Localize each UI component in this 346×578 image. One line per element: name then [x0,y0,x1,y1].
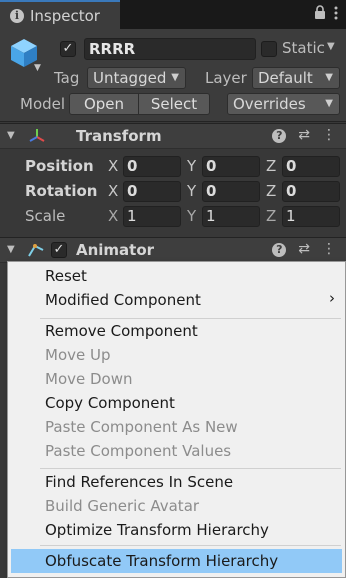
menu-item-move-down: Move Down [45,370,133,388]
component-context-menu: Reset Modified Component › Remove Compon… [7,261,346,578]
info-icon: i [10,8,24,23]
presets-icon[interactable]: ⇄ [298,127,310,143]
tag-dropdown[interactable]: Untagged ▼ [87,67,186,89]
menu-separator [40,545,341,546]
presets-icon[interactable]: ⇄ [298,241,310,257]
open-button[interactable]: Open [69,93,139,115]
axis-z-label[interactable]: Z [266,182,276,200]
submenu-arrow-icon: › [329,289,335,307]
animator-title: Animator [76,241,155,259]
scale-label: Scale [25,207,66,225]
kebab-menu-icon[interactable] [334,5,338,24]
tag-label: Tag [54,69,80,87]
help-icon[interactable]: ? [272,129,287,143]
model-label: Model [20,95,66,113]
position-label: Position [25,157,94,175]
transform-title: Transform [76,127,162,145]
tab-title: Inspector [30,6,100,25]
animator-header-icons: ? ⇄ ⋮ [272,241,336,257]
static-label: Static [282,39,325,57]
menu-item-reset[interactable]: Reset [45,267,87,285]
animator-enabled-checkbox[interactable]: ✓ [51,242,67,258]
axis-x-label[interactable]: X [108,182,118,200]
active-checkbox[interactable]: ✓ [60,41,76,57]
icon-dropdown-arrow-icon[interactable]: ▼ [34,63,41,73]
kebab-menu-icon[interactable]: ⋮ [322,127,336,143]
tab-bar: i Inspector [0,0,346,29]
axis-x-label[interactable]: X [108,157,118,175]
chevron-down-icon: ▼ [325,72,333,83]
menu-item-move-up: Move Up [45,346,111,364]
axis-y-label[interactable]: Y [187,207,196,225]
object-header: ▼ ✓ RRRR Static ▼ Tag Untagged ▼ Layer D… [0,29,346,122]
position-z-field[interactable]: 0 [282,156,340,177]
kebab-menu-icon[interactable]: ⋮ [322,241,336,257]
axis-z-label[interactable]: Z [266,157,276,175]
object-name-field[interactable]: RRRR [84,38,256,60]
menu-item-modified-component[interactable]: Modified Component [45,291,201,309]
transform-axes-icon [29,128,45,148]
position-x-field[interactable]: 0 [123,156,181,177]
scale-z-field[interactable]: 1 [282,206,340,227]
transform-header[interactable]: ▼ Transform ? ⇄ ⋮ [0,123,346,149]
tab-inspector[interactable]: i Inspector [0,0,120,29]
scale-x-field[interactable]: 1 [123,206,181,227]
rotation-z-field[interactable]: 0 [282,181,340,202]
menu-item-find-references[interactable]: Find References In Scene [45,473,233,491]
chevron-down-icon: ▼ [171,72,179,83]
menu-item-remove-component[interactable]: Remove Component [45,322,198,340]
axis-x-label[interactable]: X [108,207,118,225]
menu-item-paste-component-as-new: Paste Component As New [45,418,238,436]
overrides-label: Overrides [233,95,306,113]
animator-icon [27,242,45,262]
lock-icon[interactable] [314,5,326,24]
layer-value: Default [258,69,313,87]
axis-y-label[interactable]: Y [187,157,196,175]
select-button[interactable]: Select [139,93,210,115]
foldout-arrow-icon[interactable]: ▼ [7,244,15,255]
overrides-dropdown[interactable]: Overrides ▼ [227,93,340,115]
inspector-window: i Inspector ▼ ✓ RRRR Static ▼ Tag Untagg… [0,0,346,578]
scale-y-field[interactable]: 1 [202,206,260,227]
rotation-y-field[interactable]: 0 [202,181,260,202]
axis-z-label[interactable]: Z [266,207,276,225]
menu-item-obfuscate-transform-hierarchy[interactable]: Obfuscate Transform Hierarchy [45,552,278,570]
menu-item-paste-component-values: Paste Component Values [45,442,232,460]
menu-separator [40,468,341,469]
menu-separator [40,318,341,319]
chevron-down-icon: ▼ [325,98,333,109]
static-dropdown-arrow-icon[interactable]: ▼ [327,41,335,52]
help-icon[interactable]: ? [272,243,287,257]
menu-item-optimize-transform-hierarchy[interactable]: Optimize Transform Hierarchy [45,521,269,539]
foldout-arrow-icon[interactable]: ▼ [7,130,15,141]
layer-label: Layer [205,69,247,87]
rotation-x-field[interactable]: 0 [123,181,181,202]
layer-dropdown[interactable]: Default ▼ [252,67,340,89]
position-y-field[interactable]: 0 [202,156,260,177]
menu-item-build-generic-avatar: Build Generic Avatar [45,497,200,515]
menu-item-copy-component[interactable]: Copy Component [45,394,175,412]
axis-y-label[interactable]: Y [187,182,196,200]
tag-value: Untagged [93,69,167,87]
rotation-label: Rotation [25,182,98,200]
transform-header-icons: ? ⇄ ⋮ [272,127,336,143]
static-checkbox[interactable] [261,41,277,57]
tab-icons [314,5,338,24]
animator-header[interactable]: ▼ ✓ Animator ? ⇄ ⋮ [0,237,346,263]
